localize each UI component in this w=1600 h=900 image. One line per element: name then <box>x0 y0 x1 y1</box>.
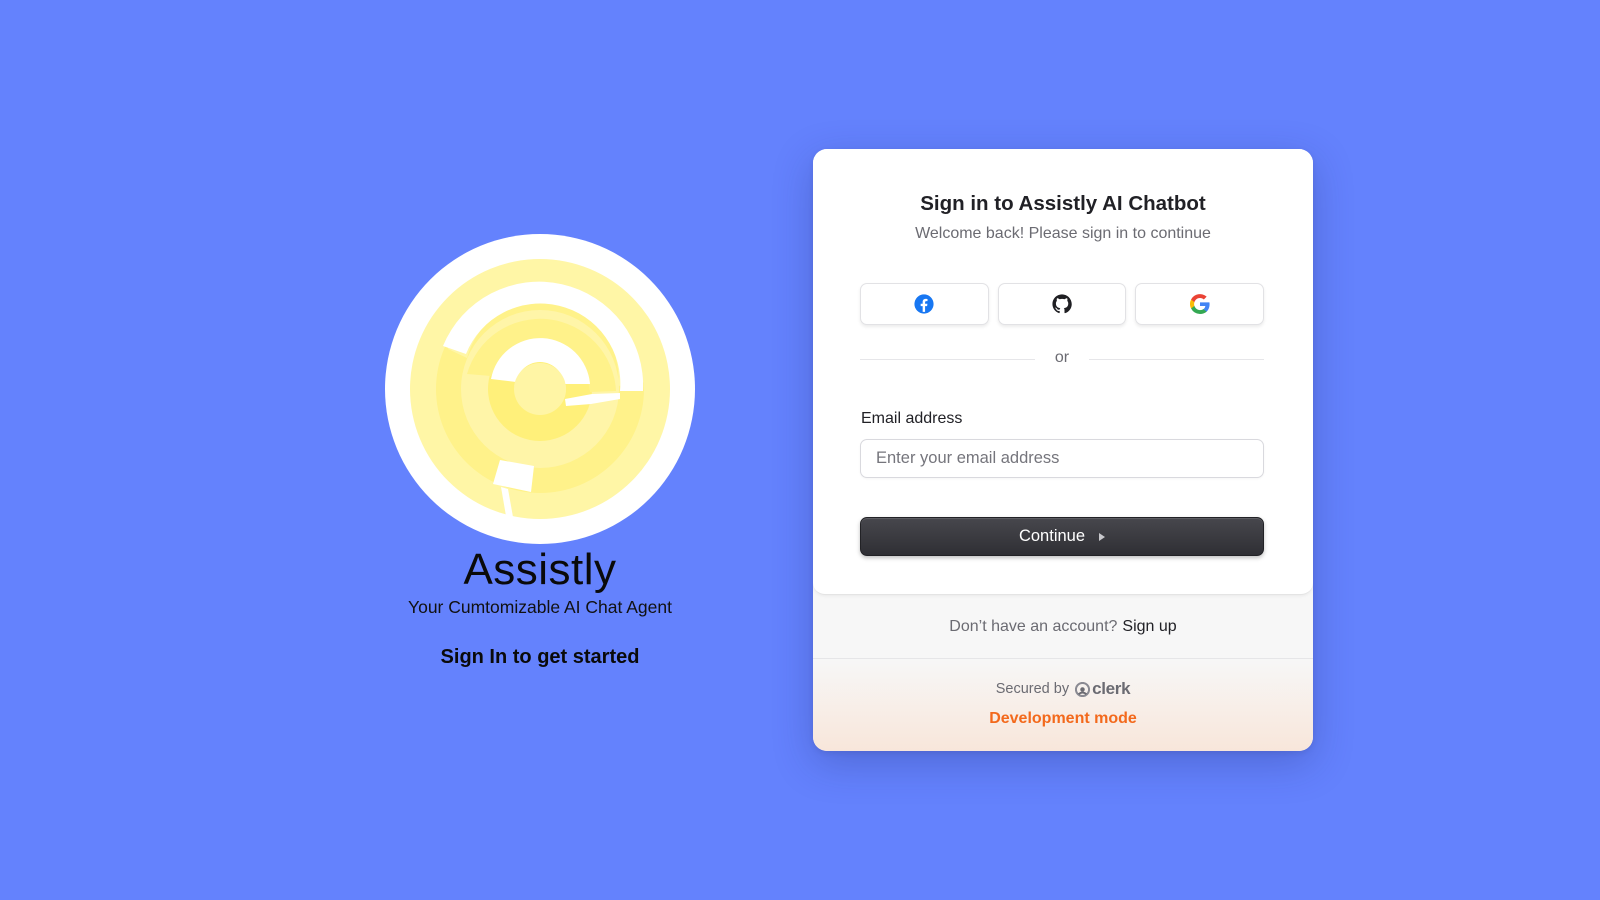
sign-in-prompt: Sign In to get started <box>440 646 640 668</box>
continue-label: Continue <box>1018 527 1086 545</box>
signup-row: Don’t have an account? Sign up <box>813 595 1313 659</box>
brand-tagline: Your Cumtomizable AI Chat Agent <box>408 597 672 617</box>
card-title: Sign in to Assistly AI Chatbot <box>920 192 1206 215</box>
development-mode-badge: Development mode <box>989 710 1137 727</box>
email-field[interactable] <box>860 439 1264 478</box>
clerk-icon <box>1075 681 1091 697</box>
sign-in-card: Sign in to Assistly AI Chatbot Welcome b… <box>813 149 1313 751</box>
sign-in-form: Sign in to Assistly AI Chatbot Welcome b… <box>813 149 1313 595</box>
card-subtitle: Welcome back! Please sign in to continue <box>915 225 1211 242</box>
assistly-logo-icon <box>385 234 695 544</box>
divider-line <box>860 358 1035 360</box>
facebook-icon <box>914 294 934 314</box>
google-icon <box>1189 294 1210 314</box>
social-login-buttons <box>860 283 1265 325</box>
card-footer: Secured by clerk Development mode <box>813 659 1313 751</box>
divider-text: or <box>1054 349 1070 366</box>
secured-by-text: Secured by <box>995 681 1070 697</box>
signup-link[interactable]: Sign up <box>1122 618 1176 636</box>
google-login-button[interactable] <box>1135 283 1265 325</box>
continue-button[interactable]: Continue <box>860 517 1264 556</box>
github-icon <box>1052 294 1072 314</box>
signup-prompt: Don’t have an account? <box>949 617 1118 635</box>
facebook-login-button[interactable] <box>860 283 989 325</box>
brand-name: Assistly <box>463 545 617 594</box>
play-arrow-icon <box>1099 533 1106 541</box>
or-divider: or <box>860 349 1265 367</box>
secured-by: Secured by clerk <box>996 679 1131 699</box>
clerk-brand-text: clerk <box>1092 679 1131 698</box>
clerk-logo[interactable]: clerk <box>1075 679 1131 699</box>
email-label: Email address <box>861 410 963 427</box>
divider-line <box>1089 358 1265 360</box>
github-login-button[interactable] <box>997 283 1127 325</box>
brand-panel: Assistly Your Cumtomizable AI Chat Agent… <box>380 234 700 669</box>
